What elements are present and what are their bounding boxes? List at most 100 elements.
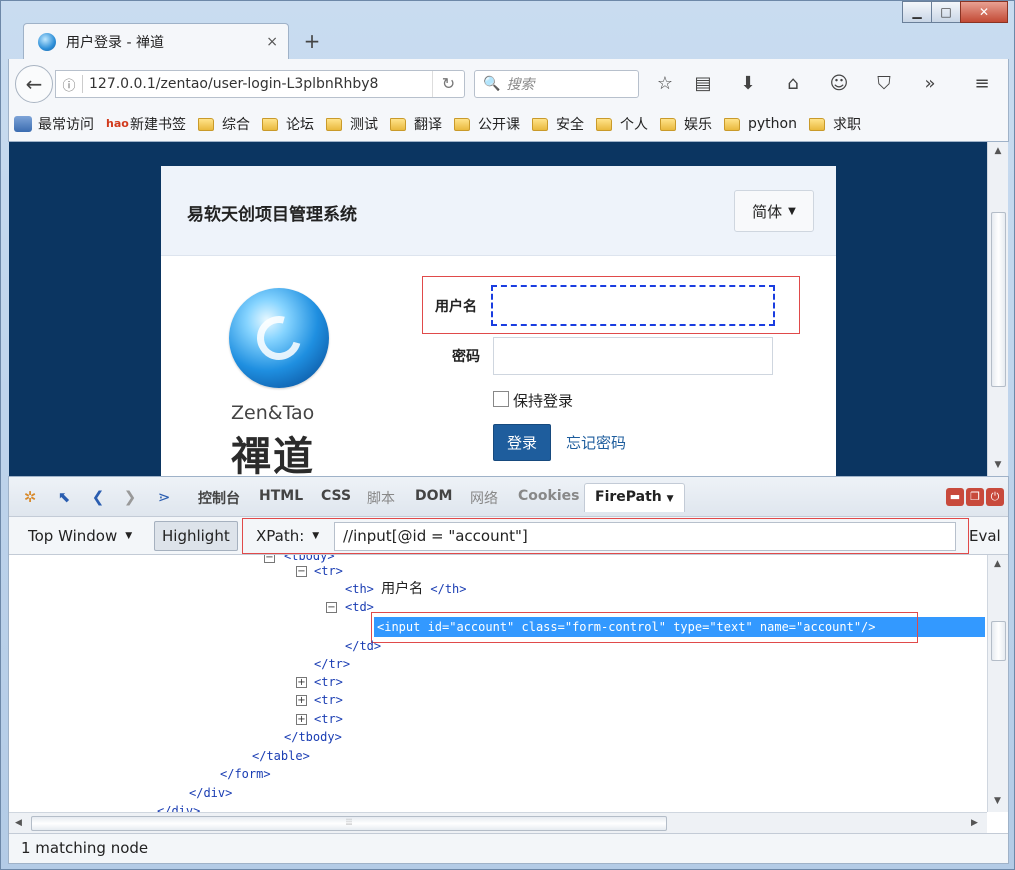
system-title: 易软天创项目管理系统 bbox=[187, 205, 357, 225]
menu-icon[interactable]: ≡ bbox=[969, 72, 995, 96]
bookmark-label: 测试 bbox=[350, 117, 378, 133]
xpath-input[interactable]: //input[@id = "account"] bbox=[334, 522, 956, 551]
dom-tree-scrollbar[interactable]: ▲ ▼ bbox=[987, 555, 1008, 812]
caret-down-icon: ▼ bbox=[125, 531, 133, 541]
bookmark-folder[interactable]: 公开课 bbox=[454, 114, 520, 134]
expand-icon[interactable]: + bbox=[296, 695, 307, 706]
expand-icon[interactable]: + bbox=[296, 677, 307, 688]
bookmark-folder[interactable]: 综合 bbox=[198, 114, 250, 134]
folder-icon bbox=[808, 117, 825, 131]
scope-dropdown[interactable]: Top Window ▼ bbox=[21, 521, 139, 551]
tab-network[interactable]: 网络 bbox=[470, 488, 498, 508]
bookmark-most-visited[interactable]: 最常访问 bbox=[14, 114, 94, 134]
smiley-icon[interactable]: ☺ bbox=[826, 72, 852, 96]
keep-login-label: 保持登录 bbox=[513, 392, 574, 410]
tab-css[interactable]: CSS bbox=[321, 488, 351, 504]
detach-panel-icon[interactable]: ❐ bbox=[966, 488, 984, 506]
back-arrow-icon[interactable]: ❮ bbox=[87, 487, 109, 507]
close-tab-icon[interactable]: × bbox=[266, 34, 278, 50]
tree-node-th[interactable]: <th> 用户名 </th> bbox=[345, 580, 467, 598]
login-button[interactable]: 登录 bbox=[493, 424, 551, 461]
tree-node-form-close: </form> bbox=[220, 767, 271, 781]
tree-node-tr[interactable]: <tr> bbox=[314, 673, 343, 691]
xpath-type-dropdown[interactable]: XPath: ▼ bbox=[249, 521, 326, 551]
command-line-icon[interactable]: ⋗ bbox=[153, 487, 175, 507]
login-header: 易软天创项目管理系统 简体 ▼ bbox=[161, 166, 836, 256]
dom-tree-hscrollbar[interactable]: ◀ ⦙⦙⦙ ▶ bbox=[9, 812, 987, 833]
scrollbar-thumb[interactable] bbox=[991, 212, 1006, 387]
tree-node-div-close: </div> bbox=[157, 804, 201, 812]
home-icon[interactable]: ⌂ bbox=[780, 72, 806, 96]
bookmark-folder[interactable]: 求职 bbox=[808, 114, 861, 134]
scroll-up-icon[interactable]: ▲ bbox=[988, 146, 1008, 156]
window-controls: ▁ □ ✕ bbox=[902, 1, 1008, 23]
tab-dom[interactable]: DOM bbox=[415, 488, 452, 504]
bookmark-folder[interactable]: 测试 bbox=[326, 114, 378, 134]
scroll-down-icon[interactable]: ▼ bbox=[994, 796, 1001, 806]
bookmark-folder[interactable]: python bbox=[724, 116, 797, 132]
bookmark-folder[interactable]: 娱乐 bbox=[660, 114, 712, 134]
site-info-icon[interactable]: ⓘ bbox=[56, 75, 82, 94]
username-input[interactable] bbox=[491, 285, 775, 326]
new-tab-button[interactable]: + bbox=[299, 29, 325, 55]
expand-icon[interactable]: + bbox=[296, 714, 307, 725]
bookmark-folder[interactable]: 论坛 bbox=[262, 114, 314, 134]
pocket-icon[interactable]: ⛉ bbox=[871, 72, 897, 96]
overflow-icon[interactable]: » bbox=[917, 72, 943, 96]
bookmark-label: 翻译 bbox=[414, 117, 442, 133]
firebug-icon[interactable]: ✲ bbox=[19, 487, 41, 507]
browser-tab[interactable]: 用户登录 - 禅道 × bbox=[23, 23, 289, 59]
reading-list-icon[interactable]: ▤ bbox=[690, 72, 716, 96]
minimize-panel-icon[interactable]: ▬ bbox=[946, 488, 964, 506]
scroll-left-icon[interactable]: ◀ bbox=[15, 818, 22, 828]
bookmark-label: python bbox=[748, 116, 797, 132]
tab-firepath-label: FirePath bbox=[595, 489, 662, 505]
search-input[interactable]: 🔍 搜索 bbox=[474, 70, 639, 98]
star-icon[interactable]: ☆ bbox=[652, 72, 678, 96]
download-icon[interactable]: ⬇ bbox=[735, 72, 761, 96]
tree-node-tr[interactable]: <tr> bbox=[314, 710, 343, 728]
keep-login-checkbox[interactable] bbox=[493, 391, 509, 407]
tab-firepath[interactable]: FirePath ▼ bbox=[584, 483, 685, 512]
page-scrollbar[interactable]: ▲ ▼ bbox=[987, 142, 1008, 476]
page-content: 易软天创项目管理系统 简体 ▼ Zen&Tao 禪道 用户名 密码 保持登录 登… bbox=[9, 142, 987, 476]
collapse-icon[interactable]: − bbox=[326, 602, 337, 613]
forward-arrow-icon[interactable]: ❯ bbox=[119, 487, 141, 507]
tab-html[interactable]: HTML bbox=[259, 488, 303, 504]
highlight-button[interactable]: Highlight bbox=[154, 521, 238, 551]
tree-node-tr[interactable]: <tr> bbox=[314, 562, 343, 580]
tree-node-div-close: </div> bbox=[189, 786, 233, 800]
language-dropdown[interactable]: 简体 ▼ bbox=[734, 190, 814, 232]
bookmark-folder[interactable]: 安全 bbox=[532, 114, 584, 134]
inspect-icon[interactable]: ⬉ bbox=[53, 487, 75, 507]
password-input[interactable] bbox=[493, 337, 773, 375]
tab-cookies[interactable]: Cookies bbox=[518, 488, 579, 504]
eval-button[interactable]: Eval bbox=[969, 527, 1001, 545]
scroll-up-icon[interactable]: ▲ bbox=[994, 559, 1001, 569]
forgot-password-link[interactable]: 忘记密码 bbox=[566, 432, 626, 453]
scroll-right-icon[interactable]: ▶ bbox=[971, 818, 978, 828]
tree-node-td[interactable]: <td> bbox=[345, 598, 374, 616]
reload-icon[interactable]: ↻ bbox=[432, 71, 464, 97]
back-button[interactable]: ← bbox=[15, 65, 53, 103]
bookmark-folder[interactable]: 翻译 bbox=[390, 114, 442, 134]
scrollbar-thumb[interactable] bbox=[991, 621, 1006, 661]
close-window-button[interactable]: ✕ bbox=[960, 1, 1008, 23]
tab-script[interactable]: 脚本 bbox=[367, 488, 395, 508]
scrollbar-thumb[interactable]: ⦙⦙⦙ bbox=[31, 816, 667, 831]
scroll-down-icon[interactable]: ▼ bbox=[988, 460, 1008, 470]
collapse-icon[interactable]: − bbox=[264, 555, 275, 563]
bookmark-label: 个人 bbox=[620, 117, 648, 133]
minimize-button[interactable]: ▁ bbox=[902, 1, 932, 23]
tab-console[interactable]: 控制台 bbox=[198, 488, 240, 508]
close-panel-icon[interactable]: ⏻ bbox=[986, 488, 1004, 506]
url-text[interactable]: 127.0.0.1/zentao/user-login-L3plbnRhby8 bbox=[89, 76, 432, 92]
url-bar[interactable]: ⓘ 127.0.0.1/zentao/user-login-L3plbnRhby… bbox=[55, 70, 465, 98]
collapse-icon[interactable]: − bbox=[296, 566, 307, 577]
bookmark-folder[interactable]: 个人 bbox=[596, 114, 648, 134]
tree-node-tr[interactable]: <tr> bbox=[314, 691, 343, 709]
bookmark-label: 求职 bbox=[832, 117, 861, 133]
maximize-button[interactable]: □ bbox=[931, 1, 961, 23]
bookmark-new[interactable]: hao 新建书签 bbox=[106, 114, 186, 134]
tree-node-tr-close: </tr> bbox=[314, 657, 351, 671]
